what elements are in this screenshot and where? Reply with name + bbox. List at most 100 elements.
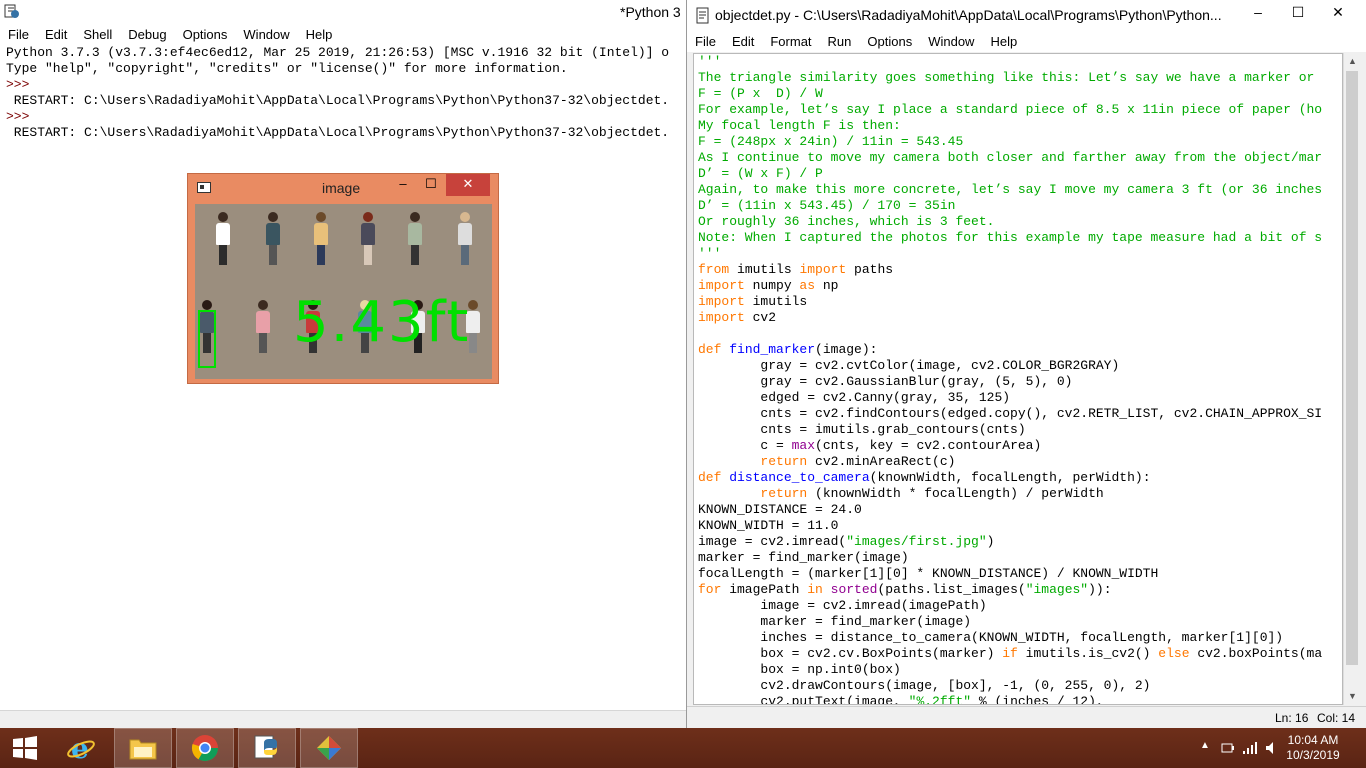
code-line: The triangle similarity goes something l… bbox=[698, 70, 1315, 85]
code-line: ''' bbox=[698, 54, 722, 69]
shell-menu-help[interactable]: Help bbox=[298, 27, 341, 42]
taskbar-other-app[interactable] bbox=[300, 728, 358, 768]
shell-menu-options[interactable]: Options bbox=[175, 27, 236, 42]
power-icon[interactable] bbox=[1220, 740, 1236, 756]
status-line-number: Ln: 16 bbox=[1275, 711, 1309, 725]
code-line: import numpy as np bbox=[698, 278, 839, 293]
app-icon bbox=[317, 736, 341, 760]
taskbar-python-idle[interactable] bbox=[238, 728, 296, 768]
scroll-down-arrow-icon[interactable]: ▼ bbox=[1344, 688, 1361, 705]
start-button[interactable] bbox=[0, 728, 50, 768]
image-window-title: image bbox=[322, 180, 361, 196]
close-button[interactable]: ✕ bbox=[446, 174, 490, 196]
person-figure bbox=[215, 212, 231, 265]
code-line: F = (248px x 24in) / 11in = 543.45 bbox=[698, 134, 964, 149]
clock-date: 10/3/2019 bbox=[1286, 748, 1340, 762]
show-hidden-icons-icon[interactable]: ▲ bbox=[1200, 740, 1210, 751]
code-line: def distance_to_camera(knownWidth, focal… bbox=[698, 470, 1151, 485]
code-line: KNOWN_WIDTH = 11.0 bbox=[698, 518, 839, 533]
code-editor[interactable]: ''' The triangle similarity goes somethin… bbox=[693, 53, 1343, 705]
code-line: cv2.drawContours(image, [box], -1, (0, 2… bbox=[698, 678, 1151, 693]
shell-menu-window[interactable]: Window bbox=[235, 27, 297, 42]
network-signal-icon[interactable] bbox=[1242, 740, 1258, 756]
shell-line: Type "help", "copyright", "credits" or "… bbox=[6, 61, 568, 76]
code-line: image = cv2.imread("images/first.jpg") bbox=[698, 534, 995, 549]
shell-menubar: File Edit Shell Debug Options Window Hel… bbox=[0, 24, 689, 44]
system-tray: ▲ 10:04 AM 10/3/2019 bbox=[1186, 728, 1366, 768]
clock-time: 10:04 AM bbox=[1287, 733, 1339, 747]
editor-menu-options[interactable]: Options bbox=[859, 34, 920, 49]
python-file-icon bbox=[696, 7, 709, 24]
shell-output[interactable]: Python 3.7.3 (v3.7.3:ef4ec6ed12, Mar 25 … bbox=[6, 45, 669, 141]
code-line: return cv2.minAreaRect(c) bbox=[760, 454, 956, 469]
editor-maximize-button[interactable]: ☐ bbox=[1278, 0, 1318, 26]
python-idle-icon bbox=[4, 4, 19, 18]
code-line: import cv2 bbox=[698, 310, 777, 325]
code-line: Note: When I captured the photos for thi… bbox=[698, 230, 1323, 245]
code-text[interactable]: ''' The triangle similarity goes somethin… bbox=[694, 54, 1342, 704]
windows-taskbar: e ▲ 10:04 AM 10/3/2019 bbox=[0, 728, 1366, 768]
person-figure bbox=[313, 212, 329, 265]
taskbar-clock[interactable]: 10:04 AM 10/3/2019 bbox=[1278, 733, 1348, 763]
shell-titlebar[interactable]: *Python 3 bbox=[0, 0, 689, 24]
editor-titlebar[interactable]: objectdet.py - C:\Users\RadadiyaMohit\Ap… bbox=[687, 0, 1366, 30]
person-figure bbox=[265, 212, 281, 265]
person-figure bbox=[457, 212, 473, 265]
opencv-image-window[interactable]: image – ☐ ✕ 5.43ft bbox=[187, 173, 499, 384]
taskbar-chrome[interactable] bbox=[176, 728, 234, 768]
shell-menu-file[interactable]: File bbox=[0, 27, 37, 42]
code-line: inches = distance_to_camera(KNOWN_WIDTH,… bbox=[698, 630, 1284, 645]
taskbar-internet-explorer[interactable]: e bbox=[52, 728, 110, 768]
editor-menu-edit[interactable]: Edit bbox=[724, 34, 762, 49]
idle-editor-window[interactable]: objectdet.py - C:\Users\RadadiyaMohit\Ap… bbox=[686, 0, 1366, 728]
editor-window-title: objectdet.py - C:\Users\RadadiyaMohit\Ap… bbox=[715, 7, 1222, 23]
editor-vertical-scrollbar[interactable]: ▲ ▼ bbox=[1343, 53, 1360, 705]
shell-prompt: >>> bbox=[6, 77, 38, 92]
shell-menu-edit[interactable]: Edit bbox=[37, 27, 75, 42]
shell-horizontal-scrollbar[interactable] bbox=[0, 710, 686, 728]
editor-close-button[interactable]: ✕ bbox=[1318, 0, 1358, 26]
code-line: box = cv2.cv.BoxPoints(marker) if imutil… bbox=[698, 646, 1323, 661]
code-line: for imagePath in sorted(paths.list_image… bbox=[698, 582, 1112, 597]
shell-line: RESTART: C:\Users\RadadiyaMohit\AppData\… bbox=[6, 93, 670, 108]
code-line: edged = cv2.Canny(gray, 35, 125) bbox=[698, 390, 1011, 405]
editor-statusbar: Ln: 16 Col: 14 bbox=[687, 706, 1366, 728]
editor-menu-help[interactable]: Help bbox=[982, 34, 1025, 49]
shell-menu-shell[interactable]: Shell bbox=[75, 27, 120, 42]
folder-icon bbox=[129, 739, 157, 760]
person-figure bbox=[255, 300, 271, 353]
internet-explorer-icon: e bbox=[67, 732, 95, 764]
image-window-titlebar[interactable]: image – ☐ ✕ bbox=[188, 174, 498, 200]
scroll-up-arrow-icon[interactable]: ▲ bbox=[1344, 53, 1361, 70]
taskbar-file-explorer[interactable] bbox=[114, 728, 172, 768]
person-figure bbox=[360, 212, 376, 265]
editor-menu-run[interactable]: Run bbox=[820, 34, 860, 49]
code-line: D’ = (11in x 543.45) / 170 = 35in bbox=[698, 198, 956, 213]
editor-menubar: File Edit Format Run Options Window Help bbox=[687, 30, 1366, 52]
code-line: As I continue to move my camera both clo… bbox=[698, 150, 1323, 165]
code-line: Again, to make this more concrete, let’s… bbox=[698, 182, 1323, 197]
shell-line: Python 3.7.3 (v3.7.3:ef4ec6ed12, Mar 25 … bbox=[6, 45, 670, 60]
minimize-button[interactable]: – bbox=[388, 174, 418, 196]
code-line: cnts = cv2.findContours(edged.copy(), cv… bbox=[698, 406, 1323, 421]
editor-minimize-button[interactable]: – bbox=[1238, 0, 1278, 26]
editor-menu-format[interactable]: Format bbox=[762, 34, 819, 49]
maximize-button[interactable]: ☐ bbox=[416, 174, 446, 196]
code-line: ''' bbox=[698, 246, 722, 261]
code-line: F = (P x D) / W bbox=[698, 86, 823, 101]
code-line: gray = cv2.GaussianBlur(gray, (5, 5), 0) bbox=[698, 374, 1073, 389]
code-line: For example, let’s say I place a standar… bbox=[698, 102, 1323, 117]
person-figure bbox=[407, 212, 423, 265]
editor-menu-file[interactable]: File bbox=[687, 34, 724, 49]
code-line: marker = find_marker(image) bbox=[698, 614, 972, 629]
window-icon bbox=[197, 182, 211, 193]
code-line: cnts = imutils.grab_contours(cnts) bbox=[698, 422, 1026, 437]
distance-overlay-text: 5.43ft bbox=[293, 290, 471, 355]
code-line: image = cv2.imread(imagePath) bbox=[698, 598, 987, 613]
scrollbar-thumb[interactable] bbox=[1346, 71, 1358, 665]
detected-marker-box bbox=[198, 310, 216, 368]
editor-menu-window[interactable]: Window bbox=[920, 34, 982, 49]
code-line: c = max(cnts, key = cv2.contourArea) bbox=[698, 438, 1042, 453]
shell-menu-debug[interactable]: Debug bbox=[120, 27, 174, 42]
